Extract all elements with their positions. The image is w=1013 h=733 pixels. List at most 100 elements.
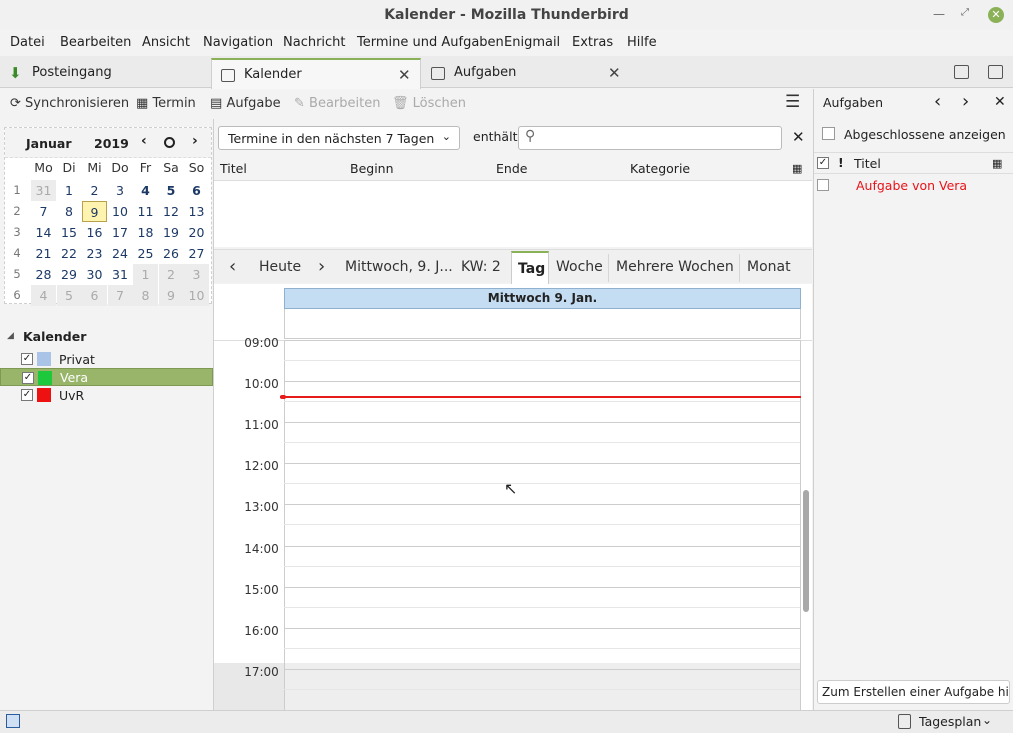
prev-month-icon[interactable]: ‹ (141, 133, 147, 149)
day-cell[interactable]: 23 (82, 243, 107, 264)
day-cell[interactable]: 11 (133, 201, 158, 222)
sync-button[interactable]: ⟳ Synchronisieren (10, 96, 129, 111)
column-kategorie[interactable]: Kategorie (630, 161, 690, 176)
task-row[interactable]: Aufgabe von Vera (814, 176, 1013, 196)
next-icon[interactable]: › (962, 91, 969, 112)
calendar-item-privat[interactable]: ✓ Privat (0, 350, 213, 368)
day-cell[interactable]: 18 (133, 222, 158, 243)
prev-icon[interactable]: ‹ (934, 91, 941, 112)
day-cell[interactable]: 9 (158, 285, 184, 306)
minimize-icon[interactable]: — (933, 7, 945, 21)
day-cell[interactable]: 31 (108, 264, 133, 285)
show-completed-label[interactable]: Abgeschlossene anzeigen (844, 127, 1006, 142)
menu-ansicht[interactable]: Ansicht (142, 35, 190, 50)
day-cell[interactable]: 19 (159, 222, 184, 243)
day-cell[interactable]: 7 (31, 201, 56, 222)
calendar-tab-icon[interactable] (954, 65, 969, 79)
day-cell[interactable]: 22 (57, 243, 82, 264)
day-cell[interactable]: 1 (57, 180, 82, 201)
day-cell[interactable]: 5 (159, 180, 184, 201)
calendar-checkbox[interactable]: ✓ (22, 372, 34, 384)
day-cell[interactable]: 2 (82, 180, 107, 201)
prev-day-icon[interactable]: ‹ (229, 256, 236, 277)
close-tab-icon[interactable]: ✕ (398, 60, 411, 90)
day-cell[interactable]: 16 (82, 222, 107, 243)
column-titel[interactable]: Titel (854, 156, 881, 171)
next-day-icon[interactable]: › (318, 256, 325, 277)
calendar-checkbox[interactable]: ✓ (21, 353, 33, 365)
menu-navigation[interactable]: Navigation (203, 35, 273, 50)
day-cell[interactable]: 24 (108, 243, 133, 264)
day-cell[interactable]: 3 (108, 180, 133, 201)
day-cell[interactable]: 10 (184, 285, 209, 306)
day-cell[interactable]: 8 (57, 201, 82, 222)
day-cell[interactable]: 12 (159, 201, 184, 222)
day-cell[interactable]: 8 (133, 285, 158, 306)
menu-hilfe[interactable]: Hilfe (627, 35, 657, 50)
today-circle-icon[interactable] (164, 137, 175, 148)
menu-datei[interactable]: Datei (10, 35, 45, 50)
scrollbar-thumb[interactable] (803, 490, 809, 612)
year-label[interactable]: 2019 (94, 136, 129, 151)
collapse-icon[interactable]: ◢ (7, 331, 14, 341)
day-cell[interactable]: 1 (133, 264, 158, 285)
column-picker-icon[interactable]: ▦ (792, 162, 802, 175)
menu-enigmail[interactable]: Enigmail (504, 35, 560, 50)
calendar-checkbox[interactable]: ✓ (21, 389, 33, 401)
column-ende[interactable]: Ende (496, 161, 527, 176)
menu-bearbeiten[interactable]: Bearbeiten (60, 35, 131, 50)
day-cell[interactable]: 9 (82, 201, 107, 222)
column-beginn[interactable]: Beginn (350, 161, 394, 176)
completed-column-icon[interactable]: ✓ (817, 157, 829, 169)
close-tab-icon[interactable]: ✕ (608, 58, 621, 88)
tab-aufgaben[interactable]: Aufgaben ✕ (422, 58, 632, 89)
day-cell[interactable]: 28 (31, 264, 56, 285)
hamburger-menu-icon[interactable]: ☰ (785, 92, 800, 112)
calendar-item-vera[interactable]: ✓ Vera (0, 368, 213, 386)
day-cell[interactable]: 7 (107, 285, 133, 306)
day-cell[interactable]: 5 (56, 285, 82, 306)
close-window-icon[interactable]: ✕ (988, 7, 1004, 23)
new-task-button[interactable]: ▤ Aufgabe (210, 96, 281, 111)
menu-nachricht[interactable]: Nachricht (283, 35, 346, 50)
priority-column-icon[interactable]: ! (838, 155, 844, 170)
tab-month-view[interactable]: Monat (747, 259, 791, 275)
day-cell[interactable]: 20 (184, 222, 209, 243)
today-button[interactable]: Heute (259, 259, 301, 275)
column-picker-icon[interactable]: ▦ (992, 157, 1002, 170)
day-cell[interactable]: 6 (82, 285, 107, 306)
tasks-tab-icon[interactable] (988, 65, 1003, 79)
tab-week-view[interactable]: Woche (556, 259, 603, 275)
tab-day-view[interactable]: Tag (511, 251, 549, 285)
month-label[interactable]: Januar (26, 136, 71, 151)
edit-button[interactable]: ✎ Bearbeiten (294, 96, 380, 111)
day-cell[interactable]: 26 (159, 243, 184, 264)
day-cell[interactable]: 17 (108, 222, 133, 243)
tab-posteingang[interactable]: ⬇ Posteingang (0, 58, 210, 89)
event-list[interactable] (214, 181, 812, 247)
close-sidebar-icon[interactable]: ✕ (994, 94, 1006, 110)
day-header[interactable]: Mittwoch 9. Jan. (284, 288, 801, 309)
day-cell[interactable]: 6 (184, 180, 209, 201)
next-month-icon[interactable]: › (192, 133, 198, 149)
show-completed-checkbox[interactable] (822, 127, 835, 140)
day-cell[interactable]: 30 (82, 264, 107, 285)
column-titel[interactable]: Titel (220, 161, 247, 176)
day-cell[interactable]: 13 (184, 201, 209, 222)
day-cell[interactable]: 4 (133, 180, 158, 201)
task-checkbox[interactable] (817, 179, 829, 191)
day-cell[interactable]: 4 (31, 285, 56, 306)
day-cell[interactable]: 14 (31, 222, 56, 243)
day-cell[interactable]: 21 (31, 243, 56, 264)
new-task-input[interactable]: Zum Erstellen einer Aufgabe hier (817, 680, 1010, 704)
allday-row[interactable] (284, 309, 801, 339)
menu-extras[interactable]: Extras (572, 35, 613, 50)
event-range-select[interactable]: Termine in den nächsten 7 Tagen ⌄ (218, 126, 460, 150)
delete-button[interactable]: 🗑 Löschen (392, 96, 466, 111)
tab-kalender[interactable]: Kalender ✕ (211, 58, 421, 89)
maximize-icon[interactable]: ⤢ (961, 7, 969, 18)
day-cell[interactable]: 27 (184, 243, 209, 264)
day-cell[interactable]: 3 (184, 264, 209, 285)
calendar-item-uvr[interactable]: ✓ UvR (0, 386, 213, 404)
day-cell[interactable]: 2 (158, 264, 184, 285)
